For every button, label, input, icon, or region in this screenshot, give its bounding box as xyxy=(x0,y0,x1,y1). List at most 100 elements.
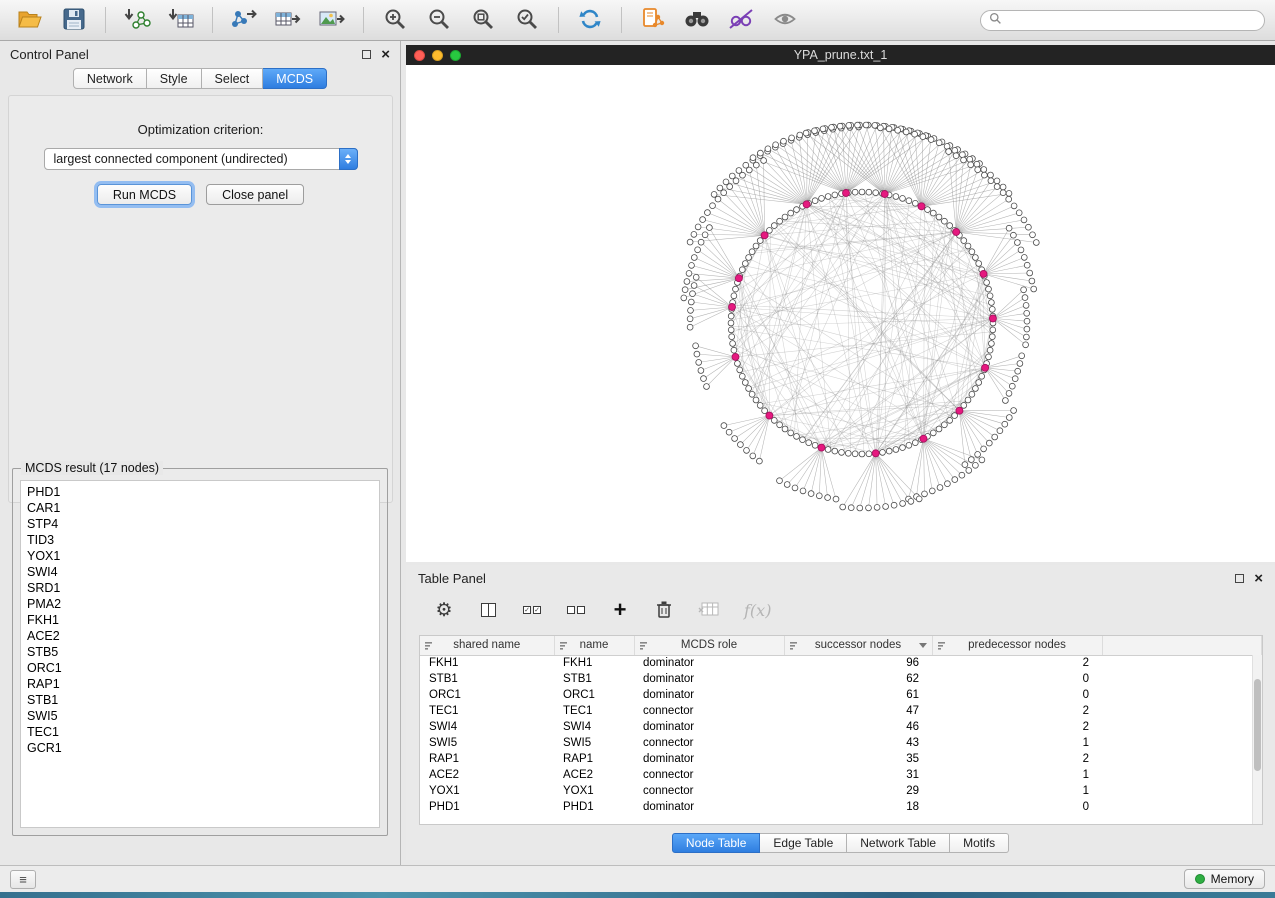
network-node[interactable] xyxy=(710,203,716,209)
network-node[interactable] xyxy=(994,184,1000,190)
network-node[interactable] xyxy=(883,504,889,510)
network-node[interactable] xyxy=(700,217,706,223)
create-column-button[interactable]: + xyxy=(610,598,630,622)
network-node[interactable] xyxy=(1000,184,1006,190)
network-node[interactable] xyxy=(1000,190,1006,196)
network-node[interactable] xyxy=(1023,303,1029,309)
float-panel-icon[interactable] xyxy=(1235,574,1244,583)
network-node[interactable] xyxy=(965,243,971,249)
cell-name[interactable]: FKH1 xyxy=(554,655,634,671)
cell-successors[interactable]: 35 xyxy=(784,751,932,767)
network-node[interactable] xyxy=(733,286,739,292)
network-node[interactable] xyxy=(750,453,756,459)
network-node[interactable] xyxy=(969,391,975,397)
tab-style[interactable]: Style xyxy=(147,68,202,89)
network-node[interactable] xyxy=(922,491,928,497)
cell-name[interactable]: STB1 xyxy=(554,671,634,687)
cell-name[interactable]: PHD1 xyxy=(554,799,634,815)
network-node[interactable] xyxy=(800,437,806,443)
network-node[interactable] xyxy=(711,192,717,198)
network-node[interactable] xyxy=(691,232,697,238)
network-node[interactable] xyxy=(1018,247,1024,253)
mcds-result-item[interactable]: SWI4 xyxy=(21,564,379,580)
network-node[interactable] xyxy=(973,255,979,261)
network-node[interactable] xyxy=(987,293,993,299)
mcds-result-item[interactable]: TEC1 xyxy=(21,724,379,740)
network-node[interactable] xyxy=(908,499,914,505)
network-node[interactable] xyxy=(986,440,992,446)
open-session-button[interactable] xyxy=(10,4,50,36)
network-node[interactable] xyxy=(930,210,936,216)
network-node[interactable] xyxy=(707,225,713,231)
close-window-icon[interactable] xyxy=(414,50,425,61)
maximize-window-icon[interactable] xyxy=(450,50,461,61)
network-node[interactable] xyxy=(1011,203,1017,209)
network-node[interactable] xyxy=(686,271,692,277)
network-node[interactable] xyxy=(840,504,846,510)
cell-predecessors[interactable]: 2 xyxy=(932,655,1102,671)
network-node[interactable] xyxy=(989,306,995,312)
table-row[interactable]: FKH1FKH1dominator962 xyxy=(420,655,1262,671)
select-all-columns-button[interactable]: ✓✓ xyxy=(522,598,542,622)
network-node[interactable] xyxy=(994,178,1000,184)
network-node[interactable] xyxy=(729,173,735,179)
network-node[interactable] xyxy=(797,132,803,138)
network-node[interactable] xyxy=(739,373,745,379)
mcds-result-item[interactable]: ORC1 xyxy=(21,660,379,676)
cell-shared-name[interactable]: SWI5 xyxy=(420,735,554,751)
network-node[interactable] xyxy=(825,447,831,453)
cell-name[interactable]: SWI5 xyxy=(554,735,634,751)
network-node[interactable] xyxy=(986,354,992,360)
network-node[interactable] xyxy=(705,210,711,216)
network-node[interactable] xyxy=(945,481,951,487)
network-node-hub[interactable] xyxy=(735,275,742,282)
network-node[interactable] xyxy=(687,324,693,330)
network-node[interactable] xyxy=(833,496,839,502)
network-node[interactable] xyxy=(781,138,787,144)
column-header-mcds-role[interactable]: MCDS role xyxy=(634,636,784,655)
network-node-hub[interactable] xyxy=(989,315,996,322)
network-node[interactable] xyxy=(1011,232,1017,238)
network-node[interactable] xyxy=(925,207,931,213)
cell-shared-name[interactable]: ORC1 xyxy=(420,687,554,703)
network-node[interactable] xyxy=(737,367,743,373)
network-node[interactable] xyxy=(743,162,749,168)
cell-role[interactable]: connector xyxy=(634,767,784,783)
network-node[interactable] xyxy=(832,192,838,198)
network-node[interactable] xyxy=(693,274,699,280)
network-node[interactable] xyxy=(1023,342,1029,348)
network-node[interactable] xyxy=(794,434,800,440)
cell-predecessors[interactable]: 1 xyxy=(932,767,1102,783)
network-node[interactable] xyxy=(1011,408,1017,414)
network-node[interactable] xyxy=(829,125,835,131)
cell-successors[interactable]: 46 xyxy=(784,719,932,735)
cell-shared-name[interactable]: STB1 xyxy=(420,671,554,687)
network-node[interactable] xyxy=(812,442,818,448)
network-node[interactable] xyxy=(981,446,987,452)
network-node[interactable] xyxy=(701,376,707,382)
network-node[interactable] xyxy=(812,128,818,134)
network-node[interactable] xyxy=(777,218,783,224)
network-node[interactable] xyxy=(1003,398,1009,404)
status-menu-button[interactable]: ≡ xyxy=(10,870,36,889)
network-node[interactable] xyxy=(859,451,865,457)
table-scrollbar[interactable] xyxy=(1252,655,1262,824)
tab-edge-table[interactable]: Edge Table xyxy=(760,833,847,853)
network-node[interactable] xyxy=(967,156,973,162)
cell-role[interactable]: connector xyxy=(634,703,784,719)
network-node[interactable] xyxy=(942,422,948,428)
mcds-result-item[interactable]: YOX1 xyxy=(21,548,379,564)
close-panel-button[interactable]: Close panel xyxy=(206,184,304,205)
network-node[interactable] xyxy=(744,448,750,454)
scrollbar-thumb[interactable] xyxy=(1254,679,1261,771)
network-node[interactable] xyxy=(969,249,975,255)
network-node[interactable] xyxy=(989,334,995,340)
network-node[interactable] xyxy=(742,261,748,267)
network-node[interactable] xyxy=(880,450,886,456)
cell-successors[interactable]: 62 xyxy=(784,671,932,687)
minimize-window-icon[interactable] xyxy=(432,50,443,61)
mcds-result-item[interactable]: PMA2 xyxy=(21,596,379,612)
cell-shared-name[interactable]: PHD1 xyxy=(420,799,554,815)
table-row[interactable]: YOX1YOX1connector291 xyxy=(420,783,1262,799)
zoom-out-button[interactable] xyxy=(419,4,459,36)
